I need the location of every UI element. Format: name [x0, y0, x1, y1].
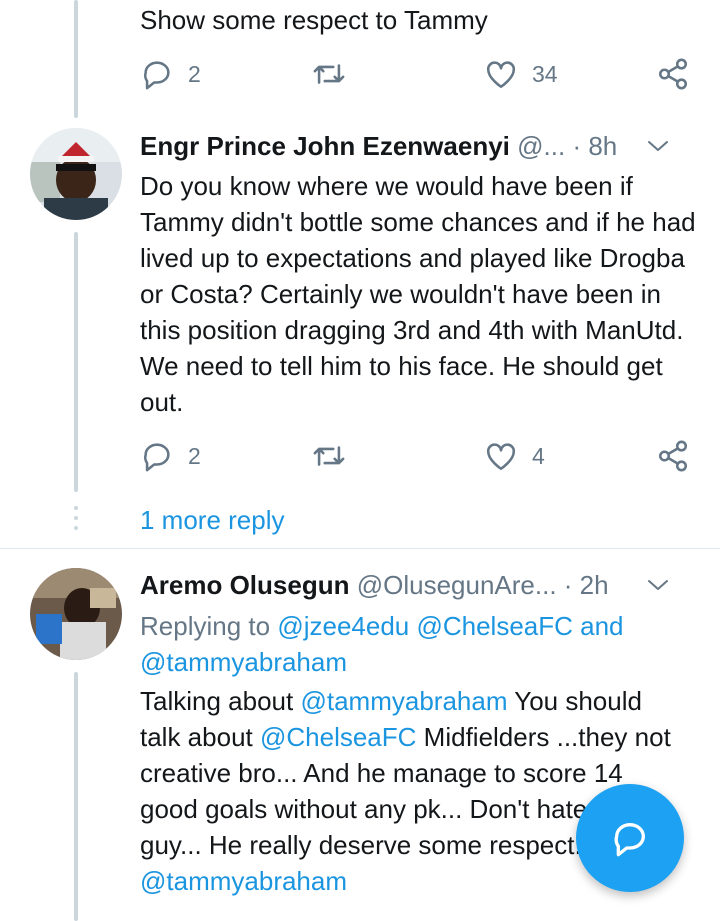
tweet-text: Show some respect to Tammy — [140, 5, 488, 35]
user-name[interactable]: Aremo Olusegun — [140, 570, 349, 600]
reply-button[interactable]: 2 — [140, 436, 201, 476]
heart-icon — [486, 443, 516, 471]
share-button[interactable] — [656, 436, 690, 476]
thread-more-dots — [72, 506, 80, 534]
avatar-image — [30, 128, 122, 220]
replying-to: Replying to @jzee4edu @ChelseaFC and @ta… — [140, 608, 700, 680]
like-count: 34 — [532, 60, 558, 87]
retweet-button[interactable] — [310, 54, 348, 94]
compose-reply-button[interactable] — [576, 784, 684, 892]
divider — [0, 548, 720, 549]
reply-icon — [144, 443, 170, 472]
reply-count: 2 — [188, 442, 201, 469]
tweet-header: Engr Prince John Ezenwaenyi @... · 8h — [140, 128, 700, 164]
like-button[interactable]: 34 — [484, 54, 558, 94]
more-replies-link[interactable]: 1 more reply — [140, 502, 285, 538]
tweet-actions: 2 34 — [140, 54, 700, 94]
avatar[interactable] — [30, 128, 122, 220]
heart-icon — [486, 61, 516, 89]
compose-reply-icon — [614, 823, 645, 857]
retweet-button[interactable] — [310, 436, 348, 476]
thread-line — [74, 232, 78, 492]
like-count: 4 — [532, 442, 545, 469]
mention-link[interactable]: @tammyabraham — [140, 866, 347, 896]
chevron-down-icon[interactable] — [646, 138, 670, 154]
thread-line — [74, 0, 78, 118]
mention-link[interactable]: @tammyabraham — [300, 686, 507, 716]
reply-button[interactable]: 2 — [140, 54, 201, 94]
user-handle[interactable]: @... — [517, 131, 565, 161]
reply-icon — [144, 61, 170, 90]
user-handle[interactable]: @OlusegunAre... — [357, 570, 557, 600]
replying-to-label: Replying to — [140, 611, 271, 641]
like-button[interactable]: 4 — [484, 436, 545, 476]
share-icon — [658, 58, 688, 90]
reply-count: 2 — [188, 60, 201, 87]
avatar[interactable] — [30, 568, 122, 660]
share-button[interactable] — [656, 54, 690, 94]
share-icon — [658, 440, 688, 472]
tweet-actions: 2 4 — [140, 436, 700, 476]
tweet-time[interactable]: · 8h — [572, 131, 617, 161]
tweet-text-part: Talking about — [140, 686, 294, 716]
tweet-header: Aremo Olusegun @OlusegunAre... · 2h — [140, 567, 700, 603]
mention-link[interactable]: @ChelseaFC — [260, 722, 416, 752]
retweet-icon — [313, 446, 345, 466]
retweet-icon — [313, 64, 345, 84]
thread-line — [74, 672, 78, 921]
avatar-image — [30, 568, 122, 660]
tweet-text: Do you know where we would have been if … — [140, 171, 696, 417]
chevron-down-icon[interactable] — [646, 577, 670, 593]
tweet-time[interactable]: · 2h — [564, 570, 609, 600]
user-name[interactable]: Engr Prince John Ezenwaenyi — [140, 131, 510, 161]
